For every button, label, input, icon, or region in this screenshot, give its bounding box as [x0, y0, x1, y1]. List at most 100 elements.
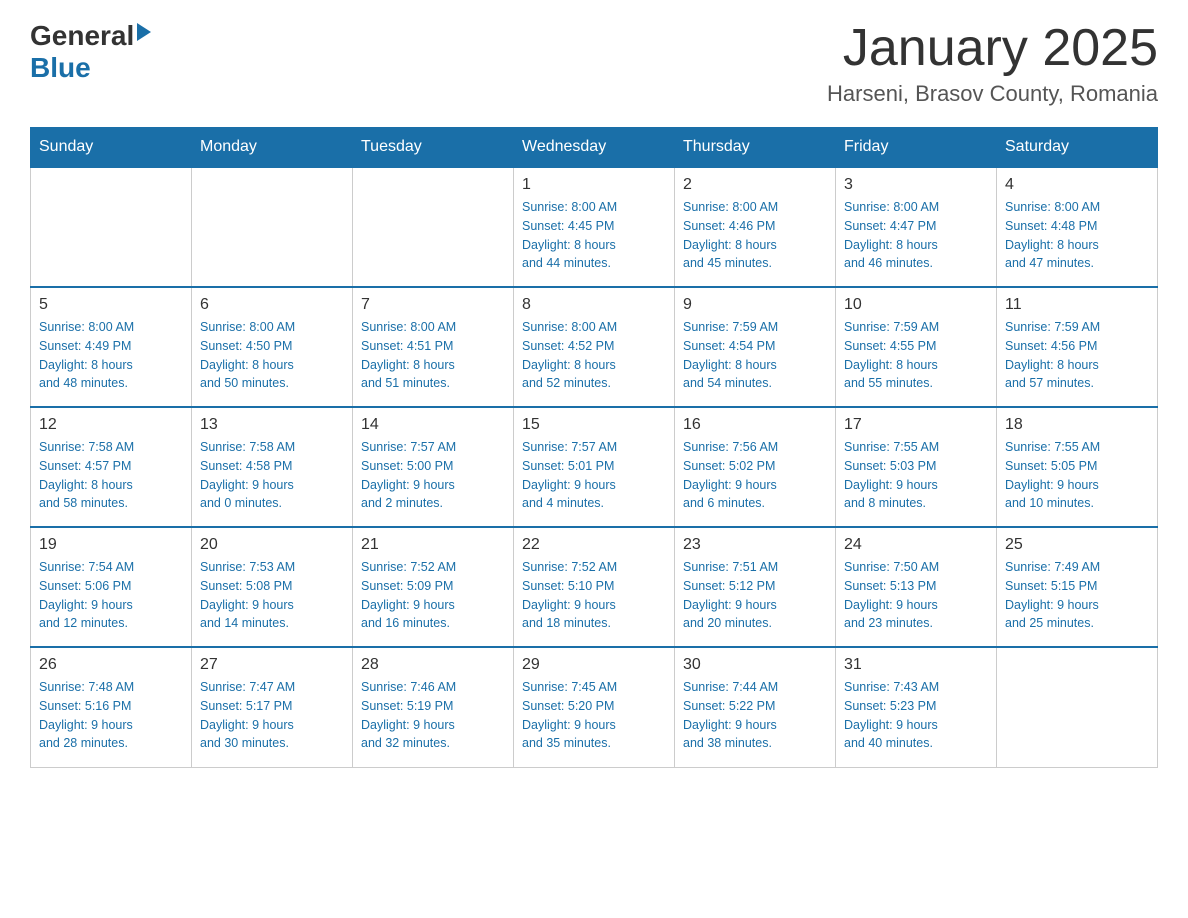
day-info: Sunrise: 7:52 AM Sunset: 5:10 PM Dayligh… — [522, 558, 666, 633]
day-number: 26 — [39, 656, 183, 674]
calendar-cell: 1 Sunrise: 8:00 AM Sunset: 4:45 PM Daylig… — [514, 167, 675, 287]
day-number: 14 — [361, 416, 505, 434]
calendar-week-4: 19 Sunrise: 7:54 AM Sunset: 5:06 PM Dayli… — [31, 527, 1158, 647]
day-number: 30 — [683, 656, 827, 674]
day-info: Sunrise: 7:43 AM Sunset: 5:23 PM Dayligh… — [844, 678, 988, 753]
day-info: Sunrise: 7:51 AM Sunset: 5:12 PM Dayligh… — [683, 558, 827, 633]
day-info: Sunrise: 7:44 AM Sunset: 5:22 PM Dayligh… — [683, 678, 827, 753]
page-title: January 2025 — [827, 20, 1158, 77]
day-number: 24 — [844, 536, 988, 554]
day-info: Sunrise: 7:56 AM Sunset: 5:02 PM Dayligh… — [683, 438, 827, 513]
day-info: Sunrise: 7:53 AM Sunset: 5:08 PM Dayligh… — [200, 558, 344, 633]
day-number: 25 — [1005, 536, 1149, 554]
calendar-cell: 10 Sunrise: 7:59 AM Sunset: 4:55 PM Dayli… — [836, 287, 997, 407]
day-number: 6 — [200, 296, 344, 314]
calendar-cell: 13 Sunrise: 7:58 AM Sunset: 4:58 PM Dayli… — [192, 407, 353, 527]
day-number: 16 — [683, 416, 827, 434]
calendar-cell: 22 Sunrise: 7:52 AM Sunset: 5:10 PM Dayli… — [514, 527, 675, 647]
day-info: Sunrise: 7:47 AM Sunset: 5:17 PM Dayligh… — [200, 678, 344, 753]
day-info: Sunrise: 7:54 AM Sunset: 5:06 PM Dayligh… — [39, 558, 183, 633]
calendar-cell: 4 Sunrise: 8:00 AM Sunset: 4:48 PM Daylig… — [997, 167, 1158, 287]
day-number: 27 — [200, 656, 344, 674]
day-number: 3 — [844, 176, 988, 194]
day-info: Sunrise: 7:49 AM Sunset: 5:15 PM Dayligh… — [1005, 558, 1149, 633]
day-number: 8 — [522, 296, 666, 314]
calendar-cell: 14Sunrise: 7:57 AM Sunset: 5:00 PM Dayli… — [353, 407, 514, 527]
day-info: Sunrise: 8:00 AM Sunset: 4:50 PM Dayligh… — [200, 318, 344, 393]
day-number: 23 — [683, 536, 827, 554]
header-cell-thursday: Thursday — [675, 128, 836, 168]
day-number: 13 — [200, 416, 344, 434]
day-info: Sunrise: 8:00 AM Sunset: 4:46 PM Dayligh… — [683, 198, 827, 273]
header-cell-wednesday: Wednesday — [514, 128, 675, 168]
day-info: Sunrise: 7:58 AM Sunset: 4:58 PM Dayligh… — [200, 438, 344, 513]
day-info: Sunrise: 7:58 AM Sunset: 4:57 PM Dayligh… — [39, 438, 183, 513]
calendar-week-1: 1 Sunrise: 8:00 AM Sunset: 4:45 PM Daylig… — [31, 167, 1158, 287]
day-number: 11 — [1005, 296, 1149, 314]
calendar-cell — [353, 167, 514, 287]
calendar-cell: 31 Sunrise: 7:43 AM Sunset: 5:23 PM Dayli… — [836, 647, 997, 767]
day-info: Sunrise: 7:59 AM Sunset: 4:55 PM Dayligh… — [844, 318, 988, 393]
header-cell-tuesday: Tuesday — [353, 128, 514, 168]
calendar-cell: 28 Sunrise: 7:46 AM Sunset: 5:19 PM Dayli… — [353, 647, 514, 767]
day-info: Sunrise: 7:55 AM Sunset: 5:05 PM Dayligh… — [1005, 438, 1149, 513]
logo-blue-text: Blue — [30, 52, 91, 84]
calendar-week-5: 26Sunrise: 7:48 AM Sunset: 5:16 PM Dayli… — [31, 647, 1158, 767]
logo: General Blue — [30, 20, 151, 84]
day-number: 31 — [844, 656, 988, 674]
calendar-cell: 3 Sunrise: 8:00 AM Sunset: 4:47 PM Daylig… — [836, 167, 997, 287]
calendar-cell: 8 Sunrise: 8:00 AM Sunset: 4:52 PM Daylig… — [514, 287, 675, 407]
day-info: Sunrise: 7:59 AM Sunset: 4:56 PM Dayligh… — [1005, 318, 1149, 393]
calendar-cell: 23 Sunrise: 7:51 AM Sunset: 5:12 PM Dayli… — [675, 527, 836, 647]
day-info: Sunrise: 7:57 AM Sunset: 5:01 PM Dayligh… — [522, 438, 666, 513]
day-info: Sunrise: 7:46 AM Sunset: 5:19 PM Dayligh… — [361, 678, 505, 753]
day-info: Sunrise: 8:00 AM Sunset: 4:45 PM Dayligh… — [522, 198, 666, 273]
calendar-cell: 6 Sunrise: 8:00 AM Sunset: 4:50 PM Daylig… — [192, 287, 353, 407]
calendar-body: 1 Sunrise: 8:00 AM Sunset: 4:45 PM Daylig… — [31, 167, 1158, 767]
calendar-cell: 24 Sunrise: 7:50 AM Sunset: 5:13 PM Dayli… — [836, 527, 997, 647]
header-cell-saturday: Saturday — [997, 128, 1158, 168]
day-number: 1 — [522, 176, 666, 194]
calendar-cell — [192, 167, 353, 287]
header-row: SundayMondayTuesdayWednesdayThursdayFrid… — [31, 128, 1158, 168]
day-info: Sunrise: 8:00 AM Sunset: 4:47 PM Dayligh… — [844, 198, 988, 273]
day-number: 28 — [361, 656, 505, 674]
calendar-cell: 16 Sunrise: 7:56 AM Sunset: 5:02 PM Dayli… — [675, 407, 836, 527]
day-number: 15 — [522, 416, 666, 434]
calendar-cell: 12 Sunrise: 7:58 AM Sunset: 4:57 PM Dayli… — [31, 407, 192, 527]
calendar-cell: 18Sunrise: 7:55 AM Sunset: 5:05 PM Dayli… — [997, 407, 1158, 527]
day-number: 19 — [39, 536, 183, 554]
page-subtitle: Harseni, Brasov County, Romania — [827, 81, 1158, 107]
calendar-cell: 2 Sunrise: 8:00 AM Sunset: 4:46 PM Daylig… — [675, 167, 836, 287]
calendar-cell: 29Sunrise: 7:45 AM Sunset: 5:20 PM Dayli… — [514, 647, 675, 767]
day-number: 9 — [683, 296, 827, 314]
day-info: Sunrise: 7:50 AM Sunset: 5:13 PM Dayligh… — [844, 558, 988, 633]
day-number: 10 — [844, 296, 988, 314]
calendar-cell: 27 Sunrise: 7:47 AM Sunset: 5:17 PM Dayli… — [192, 647, 353, 767]
calendar-cell: 21 Sunrise: 7:52 AM Sunset: 5:09 PM Dayli… — [353, 527, 514, 647]
day-number: 4 — [1005, 176, 1149, 194]
day-info: Sunrise: 8:00 AM Sunset: 4:48 PM Dayligh… — [1005, 198, 1149, 273]
calendar-header: SundayMondayTuesdayWednesdayThursdayFrid… — [31, 128, 1158, 168]
calendar-cell: 15 Sunrise: 7:57 AM Sunset: 5:01 PM Dayli… — [514, 407, 675, 527]
day-number: 22 — [522, 536, 666, 554]
day-number: 21 — [361, 536, 505, 554]
day-info: Sunrise: 7:52 AM Sunset: 5:09 PM Dayligh… — [361, 558, 505, 633]
calendar-week-2: 5Sunrise: 8:00 AM Sunset: 4:49 PM Daylig… — [31, 287, 1158, 407]
day-number: 7 — [361, 296, 505, 314]
header-cell-monday: Monday — [192, 128, 353, 168]
calendar-cell — [997, 647, 1158, 767]
calendar-cell: 25 Sunrise: 7:49 AM Sunset: 5:15 PM Dayli… — [997, 527, 1158, 647]
calendar-cell: 11 Sunrise: 7:59 AM Sunset: 4:56 PM Dayli… — [997, 287, 1158, 407]
day-info: Sunrise: 8:00 AM Sunset: 4:52 PM Dayligh… — [522, 318, 666, 393]
day-info: Sunrise: 7:59 AM Sunset: 4:54 PM Dayligh… — [683, 318, 827, 393]
calendar-cell: 17Sunrise: 7:55 AM Sunset: 5:03 PM Dayli… — [836, 407, 997, 527]
day-number: 12 — [39, 416, 183, 434]
calendar-cell: 26Sunrise: 7:48 AM Sunset: 5:16 PM Dayli… — [31, 647, 192, 767]
day-number: 2 — [683, 176, 827, 194]
day-info: Sunrise: 7:55 AM Sunset: 5:03 PM Dayligh… — [844, 438, 988, 513]
day-number: 20 — [200, 536, 344, 554]
header-cell-sunday: Sunday — [31, 128, 192, 168]
calendar-cell: 20 Sunrise: 7:53 AM Sunset: 5:08 PM Dayli… — [192, 527, 353, 647]
day-number: 5 — [39, 296, 183, 314]
